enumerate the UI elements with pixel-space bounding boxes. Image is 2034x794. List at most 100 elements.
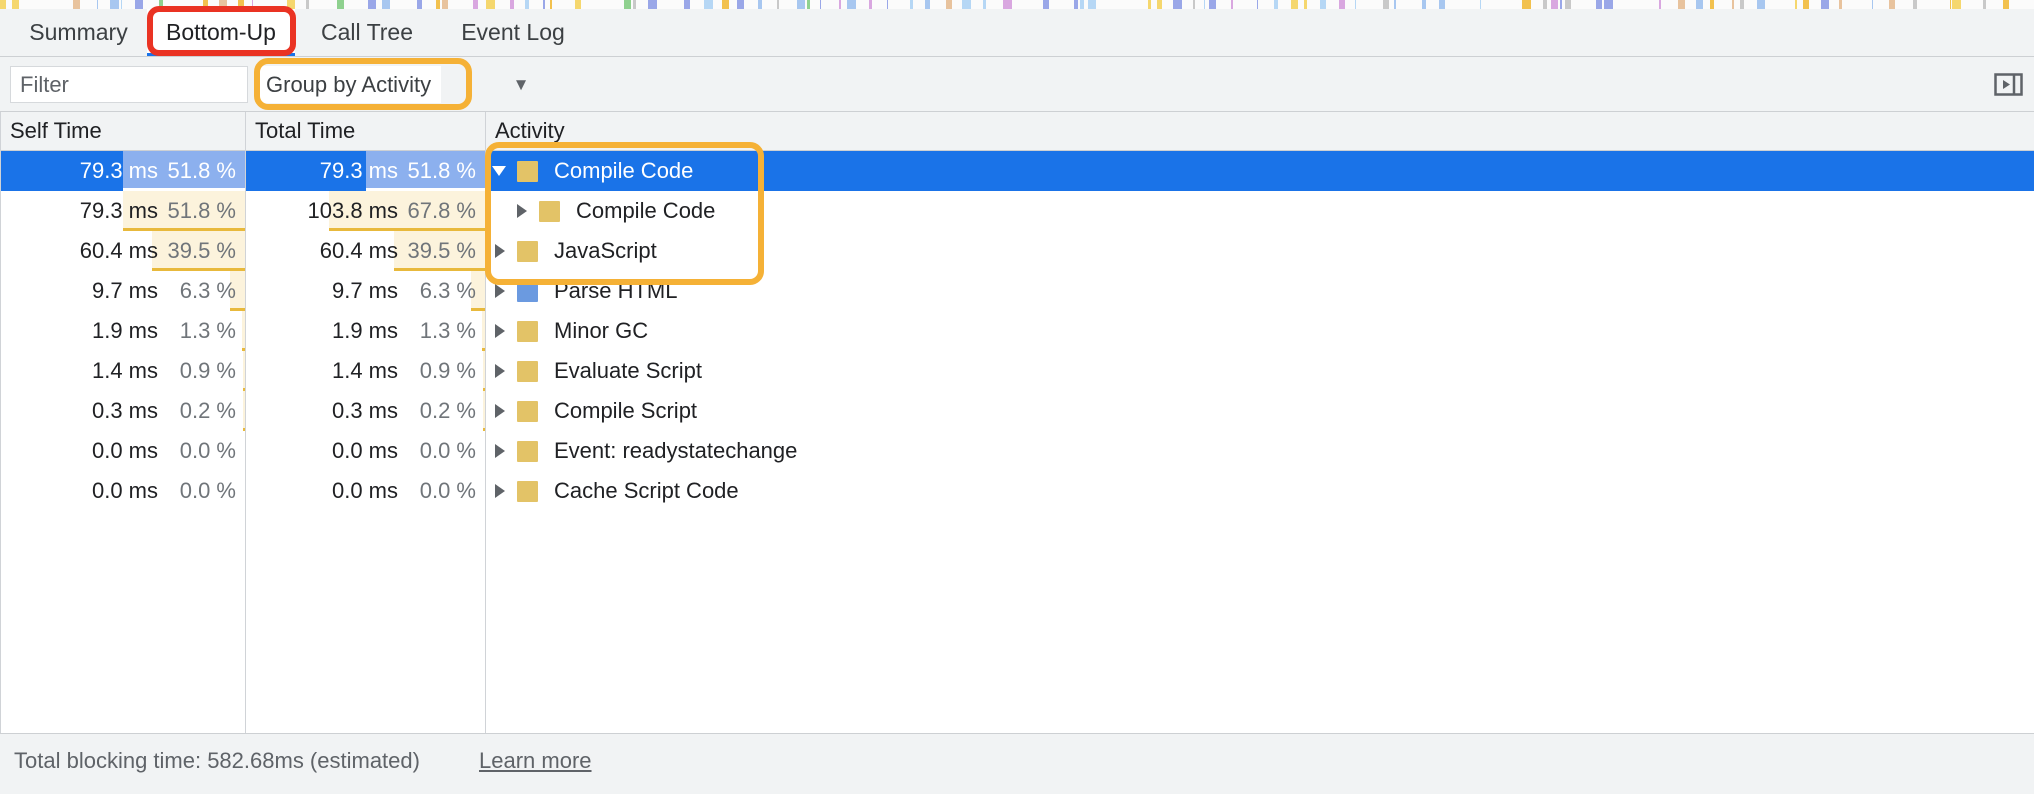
activity-color-swatch (517, 400, 538, 422)
time-value: 9.7 ms 6.3 % (54, 271, 236, 311)
timeline-tick (1320, 0, 1326, 9)
timeline-tick (368, 0, 376, 9)
group-by-select[interactable]: Group by Activity (256, 66, 442, 103)
timeline-tick (121, 0, 122, 9)
chevron-right-icon[interactable] (491, 391, 513, 431)
timeline-tick (510, 0, 514, 9)
filter-input[interactable]: Filter (10, 66, 248, 103)
table-row[interactable]: 79.3 ms 51.8 % 103.8 ms 67.8 % Compile Code (0, 191, 2034, 231)
total-time-ms: 79.3 ms (319, 158, 398, 183)
timeline-tick (758, 0, 762, 9)
timeline-tick (1543, 0, 1547, 9)
chevron-right-icon[interactable] (491, 471, 513, 511)
chevron-down-icon[interactable] (491, 151, 513, 191)
timeline-tick (1950, 0, 1951, 9)
activity-color-swatch (517, 440, 538, 462)
timeline-tick (1757, 0, 1765, 9)
column-header-self-time[interactable]: Self Time (0, 112, 245, 149)
timeline-tick (1522, 0, 1531, 9)
timeline-tick (624, 0, 631, 9)
timeline-tick (1383, 0, 1389, 9)
tab-call-tree[interactable]: Call Tree (295, 9, 439, 56)
overview-timeline-strip[interactable] (0, 0, 2034, 9)
time-value: 0.0 ms 0.0 % (54, 431, 236, 471)
tab-bottom-up[interactable]: Bottom-Up (147, 9, 295, 56)
chevron-right-icon[interactable] (491, 311, 513, 351)
table-row[interactable]: 1.9 ms 1.3 % 1.9 ms 1.3 % Minor GC (0, 311, 2034, 351)
table-row[interactable]: 1.4 ms 0.9 % 1.4 ms 0.9 % Evaluate Script (0, 351, 2034, 391)
timeline-tick (442, 0, 448, 9)
timeline-tick (633, 0, 636, 9)
activity-cell: Cache Script Code (491, 471, 2034, 511)
activity-label: Minor GC (554, 318, 649, 343)
activity-color-swatch (517, 280, 538, 302)
column-header-total-time[interactable]: Total Time (245, 112, 485, 149)
chevron-down-icon[interactable]: ▼ (504, 66, 538, 103)
self-time-ms: 79.3 ms (79, 198, 158, 223)
timeline-tick (1422, 0, 1426, 9)
timeline-tick (925, 0, 930, 9)
timeline-tick (1551, 0, 1558, 9)
self-time-ms: 0.0 ms (91, 438, 158, 463)
total-time-ms: 60.4 ms (319, 238, 398, 263)
chevron-right-icon[interactable] (491, 271, 513, 311)
timeline-tick (525, 0, 529, 9)
self-time-ms: 0.0 ms (91, 478, 158, 503)
table-row[interactable]: 9.7 ms 6.3 % 9.7 ms 6.3 % Parse HTML (0, 271, 2034, 311)
timeline-tick (252, 0, 253, 9)
self-time-pct: 0.0 % (179, 438, 236, 463)
self-time-pct: 51.8 % (167, 198, 237, 223)
total-time-pct: 0.0 % (419, 438, 476, 463)
timeline-tick (1696, 0, 1703, 9)
timeline-tick (722, 0, 729, 9)
self-time-ms: 0.3 ms (91, 398, 158, 423)
column-divider[interactable] (245, 112, 246, 733)
timeline-tick (887, 0, 888, 9)
timeline-tick (1480, 0, 1481, 9)
timeline-tick (1043, 0, 1049, 9)
self-time-ms: 1.9 ms (91, 318, 158, 343)
tab-event-log[interactable]: Event Log (439, 9, 587, 56)
timeline-tick (473, 0, 478, 9)
chevron-right-icon[interactable] (491, 231, 513, 271)
total-time-cell: 1.4 ms 0.9 % (245, 351, 485, 391)
total-time-pct: 39.5 % (407, 238, 477, 263)
timeline-tick (110, 0, 119, 9)
timeline-tick (847, 0, 856, 9)
total-blocking-time-label: Total blocking time: 582.68ms (estimated… (14, 748, 420, 773)
timeline-tick (417, 0, 422, 9)
column-header-activity[interactable]: Activity (485, 112, 2034, 149)
timeline-tick (1604, 0, 1613, 9)
total-time-cell: 1.9 ms 1.3 % (245, 311, 485, 351)
chevron-right-icon[interactable] (491, 431, 513, 471)
activity-label: Evaluate Script (554, 358, 702, 383)
total-time-ms: 9.7 ms (331, 278, 398, 303)
show-sidebar-icon[interactable] (1993, 69, 2024, 100)
activity-color-swatch (517, 360, 538, 382)
column-divider[interactable] (485, 112, 486, 733)
table-body: 79.3 ms 51.8 % 79.3 ms 51.8 % Compile Code 79… (0, 151, 2034, 511)
table-row[interactable]: 0.0 ms 0.0 % 0.0 ms 0.0 % Cache Script Code (0, 471, 2034, 511)
activity-label: Cache Script Code (554, 478, 739, 503)
chevron-right-icon[interactable] (513, 191, 535, 231)
timeline-tick (777, 0, 779, 9)
self-time-cell: 0.3 ms 0.2 % (0, 391, 245, 431)
learn-more-link[interactable]: Learn more (479, 746, 592, 776)
total-time-cell: 103.8 ms 67.8 % (245, 191, 485, 231)
tab-summary[interactable]: Summary (10, 9, 147, 56)
self-time-pct: 1.3 % (179, 318, 236, 343)
table-row[interactable]: 0.3 ms 0.2 % 0.3 ms 0.2 % Compile Script (0, 391, 2034, 431)
total-time-cell: 79.3 ms 51.8 % (245, 151, 485, 191)
total-time-ms: 0.0 ms (331, 438, 398, 463)
table-row[interactable]: 60.4 ms 39.5 % 60.4 ms 39.5 % JavaScript (0, 231, 2034, 271)
table-header-row: Self Time Total Time Activity (0, 112, 2034, 151)
timeline-tick (382, 0, 390, 9)
total-time-cell: 0.0 ms 0.0 % (245, 471, 485, 511)
table-row[interactable]: 79.3 ms 51.8 % 79.3 ms 51.8 % Compile Code (0, 151, 2034, 191)
timeline-tick (1003, 0, 1012, 9)
timeline-tick (737, 0, 744, 9)
table-row[interactable]: 0.0 ms 0.0 % 0.0 ms 0.0 % Event: readystatec… (0, 431, 2034, 471)
timeline-tick (1173, 0, 1182, 9)
chevron-right-icon[interactable] (491, 351, 513, 391)
timeline-tick (797, 0, 805, 9)
